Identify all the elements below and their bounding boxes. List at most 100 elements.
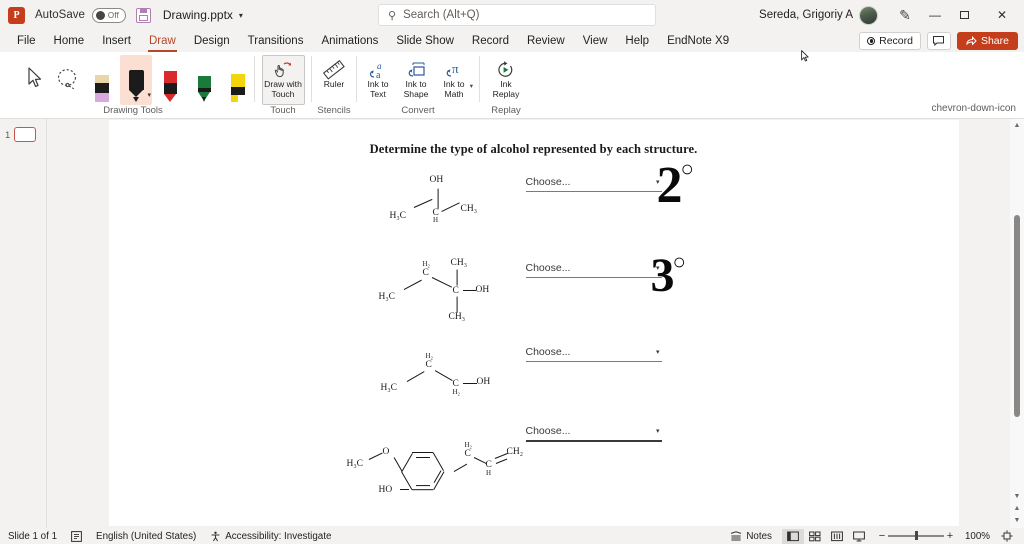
dropdown-answer-1[interactable]: Choose... ▾ [525,172,662,192]
bond [413,198,433,209]
scroll-down-button[interactable]: ▼ [1014,490,1021,502]
comment-icon [933,36,945,46]
lasso-select-tool[interactable] [52,55,84,105]
tab-home[interactable]: Home [45,30,94,52]
black-pen-tool[interactable]: ▾ [120,55,152,105]
tab-view[interactable]: View [574,30,617,52]
search-input[interactable]: ⚲ Search (Alt+Q) [378,4,656,26]
slideshow-button[interactable] [848,529,870,544]
slide-title[interactable]: Determine the type of alcohol represente… [109,142,959,157]
notes-button[interactable]: Notes [730,531,772,542]
dropdown-answer-2[interactable]: Choose... ▾ [525,258,662,278]
ruler-button[interactable]: Ruler [316,55,352,105]
close-button[interactable]: ✕ [980,0,1024,30]
structure-isopropanol[interactable]: OH C H H₃C CH₃ [387,175,497,235]
chem-label-h: H [486,469,492,477]
tab-help[interactable]: Help [616,30,658,52]
dropdown-answer-3[interactable]: Choose... ▾ [525,342,662,362]
red-pen-tool[interactable] [154,55,186,105]
zoom-track[interactable] [887,531,944,541]
tab-record[interactable]: Record [463,30,518,52]
scrollbar-track[interactable] [1010,131,1024,490]
restore-button[interactable] [950,0,980,30]
record-button[interactable]: Record [859,32,921,50]
tab-slide-show[interactable]: Slide Show [387,30,463,52]
accessibility-status[interactable]: Accessibility: Investigate [210,531,331,542]
chevron-down-icon[interactable]: ▾ [470,82,473,90]
thumbnail-slide-1[interactable]: 1 [0,127,46,142]
vertical-scrollbar[interactable]: ▲ ▼ ▲ ▼ [1010,119,1024,528]
fit-to-window-icon [1001,530,1013,542]
notes-indicator-icon[interactable] [71,530,82,542]
zoom-slider[interactable]: − + [876,530,956,542]
minimize-button[interactable]: — [920,0,950,30]
structure-2-methyl-2-butanol[interactable]: H₂ C CH₃ H₃C C OH CH₃ [379,258,504,330]
bond [453,463,467,473]
thumbnail-image[interactable] [14,127,37,142]
tab-transitions[interactable]: Transitions [239,30,313,52]
collapse-ribbon-button[interactable]: chevron-down-icon [932,103,1017,114]
slide-canvas[interactable]: Determine the type of alcohol represente… [108,120,959,526]
zoom-knob[interactable] [914,531,918,541]
zoom-level[interactable]: 100% [965,531,990,542]
normal-view-icon [787,531,799,541]
slide-sorter-button[interactable] [804,529,826,544]
chem-label-c: C [422,268,429,278]
slide-thumbnail-panel[interactable]: 1 [0,119,46,528]
yellow-highlighter-tool[interactable] [222,55,254,105]
pen-icon[interactable]: ✎ [890,0,920,30]
tab-review[interactable]: Review [518,30,574,52]
titlebar-right: Sereda, Grigoriy A ✎ — ✕ [759,0,1024,30]
tab-endnote[interactable]: EndNote X9 [658,30,738,52]
chevron-down-icon[interactable]: ▾ [239,11,243,20]
dropdown-answer-4[interactable]: Choose... ▾ [525,422,662,442]
autosave-toggle[interactable]: Off [91,7,126,23]
bond [473,457,487,465]
file-name[interactable]: Drawing.pptx [163,8,233,22]
reading-view-button[interactable] [826,529,848,544]
account-name[interactable]: Sereda, Grigoriy A [759,9,853,21]
ink-annotation-1[interactable]: 2○ [656,156,696,221]
avatar[interactable] [859,5,878,25]
chevron-down-icon[interactable]: ▾ [656,427,660,435]
draw-with-touch-button[interactable]: Draw with Touch [261,55,305,105]
fit-to-window-button[interactable] [996,529,1018,544]
record-label: Record [879,35,913,47]
zoom-in-button[interactable]: + [944,530,956,542]
scrollbar-thumb[interactable] [1014,215,1020,417]
ink-annotation-2[interactable]: 3○ [651,249,688,308]
ink-to-math-button[interactable]: π Ink to Math ▾ [436,55,473,105]
chem-label-h3c: H₃C [346,459,364,469]
normal-view-button[interactable] [781,528,804,544]
next-slide-button[interactable]: ▼ [1014,514,1021,526]
tab-design[interactable]: Design [185,30,239,52]
ink-digit: 2 [656,157,683,214]
structure-1-propanol[interactable]: H₂ C H₃C C H₂ OH [381,352,501,408]
ink-degree-symbol: ○ [680,156,694,181]
green-pencil-tool[interactable] [188,55,220,105]
ink-to-shape-button[interactable]: Ink to Shape [398,55,434,105]
slide-count[interactable]: Slide 1 of 1 [8,531,57,542]
scroll-up-button[interactable]: ▲ [1014,119,1021,131]
tab-animations[interactable]: Animations [312,30,387,52]
accessibility-icon [211,531,220,541]
select-tool[interactable] [18,55,50,105]
share-button[interactable]: Share [956,32,1018,50]
group-label-drawing-tools: Drawing Tools [103,105,163,116]
slide-editing-area[interactable]: Determine the type of alcohol represente… [47,119,1024,528]
save-icon[interactable] [135,7,151,23]
chevron-down-icon[interactable]: ▾ [656,348,660,356]
ink-to-text-button[interactable]: a a Ink to Text [360,55,396,105]
language-status[interactable]: English (United States) [96,531,196,542]
structure-eugenol[interactable]: H₃C O HO H₂ C C H CH₂ [347,438,527,508]
tab-draw[interactable]: Draw [140,30,185,52]
ribbon-draw: ▾ Drawing Tools Draw with Touch Touch Ru… [0,52,1024,119]
comments-button[interactable] [926,32,951,50]
zoom-out-button[interactable]: − [876,530,888,542]
ink-replay-button[interactable]: Ink Replay [488,55,524,105]
tab-insert[interactable]: Insert [93,30,140,52]
previous-slide-button[interactable]: ▲ [1014,502,1021,514]
eraser-tool[interactable] [86,55,118,105]
tab-file[interactable]: File [8,30,45,52]
chevron-down-icon[interactable]: ▾ [147,91,151,99]
